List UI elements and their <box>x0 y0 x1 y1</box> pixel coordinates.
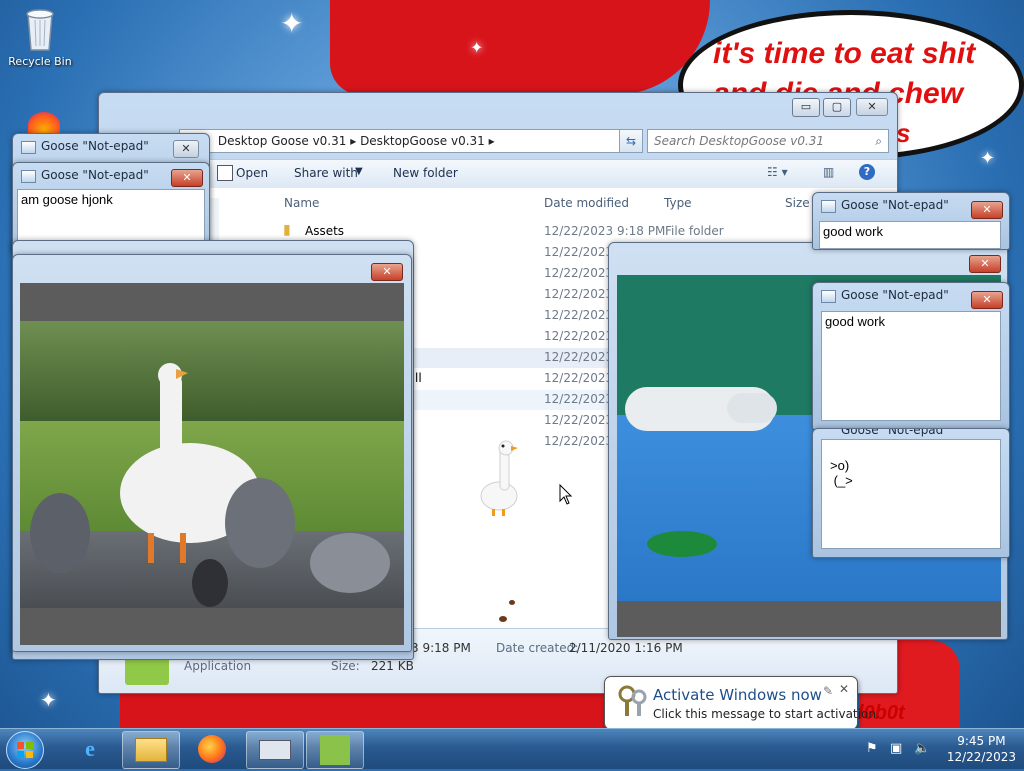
size-value: 221 KB <box>371 659 414 673</box>
breadcrumb-separator-icon: ▸ <box>488 134 495 148</box>
search-icon: ⌕ <box>875 134 882 148</box>
recycle-bin-icon <box>26 9 54 51</box>
bubble-line-1: it's time to eat shit <box>713 37 976 70</box>
breadcrumb-desktopgoose[interactable]: DesktopGoose v0.31 <box>360 134 485 148</box>
window-title: Goose "Not-epad" <box>841 288 949 302</box>
mud-footprints <box>509 600 515 605</box>
desktop-goose-icon[interactable] <box>306 731 364 769</box>
folder-icon: ▮ <box>283 222 291 238</box>
notepad-icon <box>821 290 836 303</box>
date-created-label: Date created: <box>496 641 579 655</box>
wallpaper-hat <box>330 0 710 95</box>
open-button[interactable]: Open <box>236 166 268 180</box>
windows-logo-icon <box>17 742 33 758</box>
network-warning-icon[interactable]: ⚑ <box>866 741 878 756</box>
settings-icon[interactable]: ✎ <box>823 684 833 698</box>
clock-time: 9:45 PM <box>957 734 1006 748</box>
mud-footprints <box>499 616 507 622</box>
balloon-body: Click this message to start activation. <box>653 707 880 721</box>
file-row-assets[interactable]: ▮ Assets 12/22/2023 9:18 PM File folder <box>279 222 879 242</box>
column-type[interactable]: Type <box>664 196 692 210</box>
desktop: l0b0t ✦ ✦ ✦ ✦ it's time to eat shit and … <box>0 0 1024 728</box>
window-title: Goose "Not-epad" <box>841 428 949 437</box>
file-type: File folder <box>665 224 724 238</box>
close-button[interactable]: ✕ <box>173 140 199 158</box>
snowflake-icon: ✦ <box>980 148 996 169</box>
mouse-cursor-icon <box>559 484 573 505</box>
file-date: 12/22/2023 9:18 PM <box>544 224 666 238</box>
action-center-icon[interactable]: ▣ <box>890 741 902 756</box>
notepad-icon <box>821 200 836 213</box>
start-button[interactable] <box>6 731 44 769</box>
maximize-button[interactable]: ▢ <box>823 98 851 117</box>
close-button[interactable]: ✕ <box>371 263 403 281</box>
bubble-line-3: s <box>896 118 911 148</box>
chevron-down-icon: ▼ <box>355 166 363 177</box>
clock-date: 12/22/2023 <box>946 750 1016 764</box>
recycle-bin-label: Recycle Bin <box>8 55 72 68</box>
file-type-label: Application <box>184 659 252 673</box>
date-created-value: 2/11/2020 1:16 PM <box>569 641 683 655</box>
command-bar: Open Share with ▼ New folder ☷ ▾ ▥ ? <box>99 159 897 189</box>
firefox-icon[interactable] <box>184 731 240 767</box>
size-label: Size: <box>331 659 360 673</box>
open-icon <box>217 165 233 181</box>
minimize-button[interactable]: ▭ <box>792 98 820 117</box>
close-button[interactable]: ✕ <box>969 255 1001 273</box>
internet-explorer-icon[interactable]: e <box>62 731 118 767</box>
column-size[interactable]: Size <box>785 196 810 210</box>
pigeons-photo <box>30 478 390 607</box>
refresh-button[interactable]: ⇆ <box>619 129 643 153</box>
column-name[interactable]: Name <box>284 196 319 210</box>
column-date-modified[interactable]: Date modified <box>544 196 629 210</box>
notepad-icon <box>21 141 36 154</box>
snowflake-icon: ✦ <box>40 688 57 712</box>
help-icon[interactable]: ? <box>859 164 875 180</box>
share-with-button[interactable]: Share with <box>294 166 358 180</box>
notepad-text-area[interactable]: good work <box>821 311 1001 421</box>
notepad-window: Goose "Not-epad" ✕ good work <box>812 282 1010 430</box>
file-name: Assets <box>305 224 345 238</box>
windows-explorer-icon[interactable] <box>122 731 180 769</box>
notepad-window: Goose "Not-epad" ✕ good work <box>812 192 1010 250</box>
window-title: Goose "Not-epad" <box>841 198 949 212</box>
file-name-fragment: ll <box>415 371 422 385</box>
goose-video-window: ✕ <box>12 254 412 652</box>
taskbar: e ⚑ ▣ 🔈 9:45 PM 12/22/2023 <box>0 728 1024 769</box>
notepad-text-area[interactable]: good work <box>819 221 1001 249</box>
search-placeholder: Search DesktopGoose v0.31 <box>654 134 825 148</box>
notepad-window: Goose "Not-epad" >o) (_> <box>812 428 1010 558</box>
breadcrumb-separator-icon: ▸ <box>350 134 361 148</box>
preview-pane-icon[interactable]: ▥ <box>823 165 834 179</box>
notepad-text-area[interactable]: am goose hjonk <box>17 189 205 243</box>
breadcrumb-desktop-goose[interactable]: Desktop Goose v0.31 <box>218 134 347 148</box>
view-options-icon[interactable]: ☷ ▾ <box>767 165 788 179</box>
volume-muted-icon[interactable]: 🔈 <box>914 741 930 756</box>
window-title: Goose "Not-epad" <box>41 168 149 182</box>
activation-balloon[interactable]: Activate Windows now Click this message … <box>604 676 880 728</box>
new-folder-button[interactable]: New folder <box>393 166 458 180</box>
search-input[interactable]: Search DesktopGoose v0.31 ⌕ <box>647 129 889 153</box>
modified-fragment: 3 9:18 PM <box>411 641 471 655</box>
system-clock[interactable]: 9:45 PM 12/22/2023 <box>947 733 1016 765</box>
window-title: Goose "Not-epad" <box>41 139 149 153</box>
close-button[interactable]: ✕ <box>856 98 888 116</box>
snowflake-icon: ✦ <box>280 7 304 40</box>
recycle-bin-shortcut[interactable]: Recycle Bin <box>4 6 76 68</box>
close-button[interactable]: ✕ <box>171 169 203 187</box>
close-button[interactable]: ✕ <box>971 291 1003 309</box>
goose-video-frame <box>20 283 404 645</box>
notepad-icon <box>21 170 36 183</box>
snowflake-icon: ✦ <box>470 38 484 57</box>
close-icon[interactable]: ✕ <box>839 682 849 696</box>
close-button[interactable]: ✕ <box>971 201 1003 219</box>
keyboard-app-icon[interactable] <box>246 731 304 769</box>
keys-icon <box>618 685 647 716</box>
address-bar[interactable]: ▮ Desktop Goose v0.31 ▸ DesktopGoose v0.… <box>179 129 641 153</box>
balloon-title: Activate Windows now <box>653 686 822 704</box>
notepad-text-area[interactable]: >o) (_> <box>821 439 1001 549</box>
desktop-goose-icon[interactable] <box>474 438 524 518</box>
